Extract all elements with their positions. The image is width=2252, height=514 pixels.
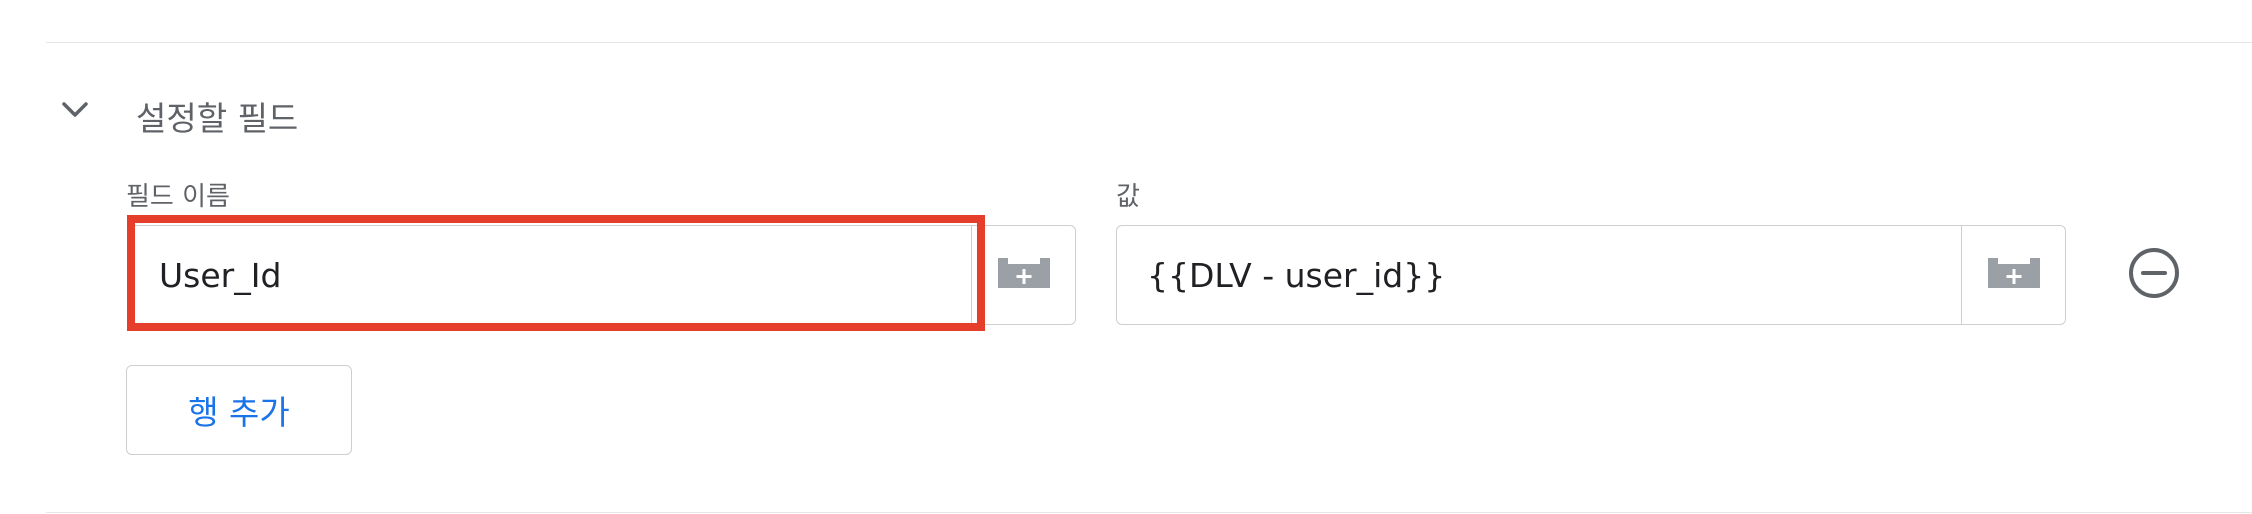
field-name-group xyxy=(128,225,1076,325)
field-value-input[interactable] xyxy=(1117,226,1961,324)
remove-circle-icon xyxy=(2127,246,2181,304)
chevron-down-icon[interactable] xyxy=(58,93,92,127)
add-row-label: 행 추가 xyxy=(188,393,290,432)
top-divider xyxy=(46,42,2252,43)
field-name-label: 필드 이름 xyxy=(126,182,230,212)
field-value-variable-button[interactable] xyxy=(1961,226,2065,324)
field-value-label: 값 xyxy=(1116,182,1140,212)
add-row-button[interactable]: 행 추가 xyxy=(126,365,352,455)
bottom-divider xyxy=(46,512,2252,513)
field-name-variable-button[interactable] xyxy=(971,226,1075,324)
field-name-input[interactable] xyxy=(129,226,971,324)
field-value-group xyxy=(1116,225,2066,325)
variable-brick-plus-icon xyxy=(1986,256,2042,294)
section-title: 설정할 필드 xyxy=(136,99,299,138)
remove-row-button[interactable] xyxy=(2126,247,2182,303)
section-header[interactable]: 설정할 필드 xyxy=(58,84,298,138)
variable-brick-plus-icon xyxy=(996,256,1052,294)
